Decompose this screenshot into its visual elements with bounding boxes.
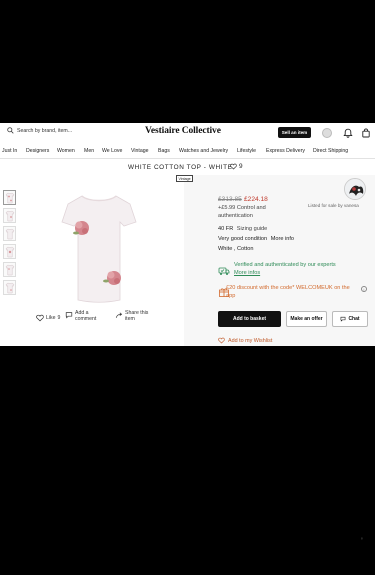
like-button-count: 9 bbox=[57, 314, 61, 321]
seller-caption: Listed for sale by vanesa bbox=[308, 203, 359, 208]
nav-item-vintage[interactable]: Vintage bbox=[131, 148, 149, 154]
discount-line-2: app bbox=[226, 292, 236, 299]
condition-row: Very good condition More info bbox=[218, 236, 294, 244]
wishlist-label: Add to my Wishlist bbox=[228, 337, 273, 344]
heart-icon bbox=[36, 314, 44, 322]
category-nav: Just In Designers Women Men We Love Vint… bbox=[0, 144, 375, 159]
verified-line: Verified and authenticated by our expert… bbox=[234, 262, 336, 268]
search-bar[interactable]: Search by brand, item... bbox=[7, 127, 72, 134]
nav-item-direct-shipping[interactable]: Direct Shipping bbox=[313, 148, 348, 154]
add-to-basket-button[interactable]: Add to basket bbox=[218, 311, 281, 327]
heart-icon bbox=[230, 163, 237, 170]
thumbnail-strip bbox=[3, 190, 18, 298]
add-to-wishlist-link[interactable]: Add to my Wishlist bbox=[218, 337, 272, 344]
thumbnail[interactable] bbox=[3, 262, 16, 277]
shipping-line-1: +£5.99 Control and bbox=[218, 205, 266, 211]
tshirt-image bbox=[61, 195, 137, 303]
thumbnail[interactable] bbox=[3, 208, 16, 223]
corner-mark: ᵍ bbox=[361, 536, 363, 541]
discount-text: £20 discount with the code* WELCOMEUK on… bbox=[226, 285, 350, 300]
bell-icon bbox=[342, 128, 353, 138]
sell-item-button[interactable]: Sell an item bbox=[278, 127, 311, 138]
shipping-line-2: authentication bbox=[218, 212, 253, 219]
more-info-link[interactable]: More info bbox=[271, 236, 294, 242]
make-offer-button[interactable]: Make an offer bbox=[286, 311, 327, 327]
like-count: 9 bbox=[239, 163, 243, 170]
tshirt-thumb-icon bbox=[5, 228, 14, 239]
tshirt-thumb-icon bbox=[5, 246, 14, 257]
like-label: Like bbox=[46, 314, 56, 321]
tshirt-thumb-icon bbox=[5, 264, 14, 275]
nav-item-just-in[interactable]: Just In bbox=[2, 148, 17, 154]
thumbnail[interactable] bbox=[3, 244, 16, 259]
seller-avatar[interactable] bbox=[344, 178, 366, 200]
size-value: 40 FR bbox=[218, 226, 234, 232]
site-logo[interactable]: Vestiaire Collective bbox=[145, 126, 221, 136]
chat-button[interactable]: Chat bbox=[332, 311, 368, 327]
info-icon[interactable]: i bbox=[361, 286, 367, 292]
tshirt-thumb-icon bbox=[5, 282, 14, 293]
chat-label: Chat bbox=[348, 316, 360, 322]
nav-item-women[interactable]: Women bbox=[57, 148, 75, 154]
share-label-2: item bbox=[125, 315, 135, 322]
tshirt-thumb-icon bbox=[5, 192, 14, 203]
original-price: £313.85 bbox=[218, 196, 242, 203]
like-button[interactable]: Like 9 bbox=[36, 314, 60, 322]
like-counter[interactable]: 9 bbox=[230, 163, 243, 170]
nav-item-we-love[interactable]: We Love bbox=[102, 148, 122, 154]
condition-value: Very good condition bbox=[218, 236, 268, 242]
vintage-badge: Vintage bbox=[176, 175, 194, 182]
product-page: Search by brand, item... Vestiaire Colle… bbox=[0, 123, 375, 346]
bag-icon bbox=[361, 128, 370, 137]
sale-price: £224.18 bbox=[244, 196, 268, 203]
sizing-guide-link[interactable]: Sizing guide bbox=[237, 226, 267, 232]
comment-label-2: comment bbox=[75, 315, 97, 322]
search-icon bbox=[7, 127, 14, 134]
product-title: WHITE COTTON TOP - WHITE bbox=[128, 164, 233, 171]
nav-item-lifestyle[interactable]: Lifestyle bbox=[237, 148, 256, 154]
nav-item-designers[interactable]: Designers bbox=[26, 148, 49, 154]
verified-text: Verified and authenticated by our expert… bbox=[234, 262, 336, 277]
product-main-image[interactable] bbox=[58, 188, 140, 306]
thumbnail[interactable] bbox=[3, 190, 16, 205]
nav-item-men[interactable]: Men bbox=[84, 148, 94, 154]
notifications-button[interactable] bbox=[342, 127, 353, 138]
nav-item-express-delivery[interactable]: Express Delivery bbox=[266, 148, 305, 154]
nav-item-watches-jewelry[interactable]: Watches and Jewelry bbox=[179, 148, 228, 154]
heart-outline-icon bbox=[218, 337, 225, 344]
share-icon bbox=[115, 312, 123, 318]
comment-icon bbox=[65, 312, 73, 319]
verified-truck-icon bbox=[218, 267, 230, 275]
share-button[interactable]: Share this item bbox=[115, 310, 148, 322]
basket-button[interactable] bbox=[360, 127, 371, 138]
nav-item-bags[interactable]: Bags bbox=[158, 148, 170, 154]
verified-badge bbox=[218, 264, 230, 276]
social-actions: Like 9 Add a comment Share this item bbox=[36, 310, 186, 327]
material-value: White , Cotton bbox=[218, 246, 254, 252]
verified-more-link[interactable]: More infos bbox=[234, 270, 260, 276]
size-row: 40 FR Sizing guide bbox=[218, 226, 267, 234]
thumbnail[interactable] bbox=[3, 226, 16, 241]
shipping-note: +£5.99 Control and authentication bbox=[218, 205, 266, 220]
chat-icon bbox=[341, 316, 346, 322]
discount-line-1: £20 discount with the code* WELCOMEUK on… bbox=[226, 285, 350, 291]
search-input[interactable]: Search by brand, item... bbox=[17, 128, 72, 134]
account-button[interactable] bbox=[321, 127, 332, 138]
top-header: Search by brand, item... Vestiaire Colle… bbox=[0, 123, 375, 143]
user-avatar bbox=[321, 127, 332, 138]
thumbnail[interactable] bbox=[3, 280, 16, 295]
tshirt-thumb-icon bbox=[5, 210, 14, 221]
comment-button[interactable]: Add a comment bbox=[65, 310, 97, 322]
